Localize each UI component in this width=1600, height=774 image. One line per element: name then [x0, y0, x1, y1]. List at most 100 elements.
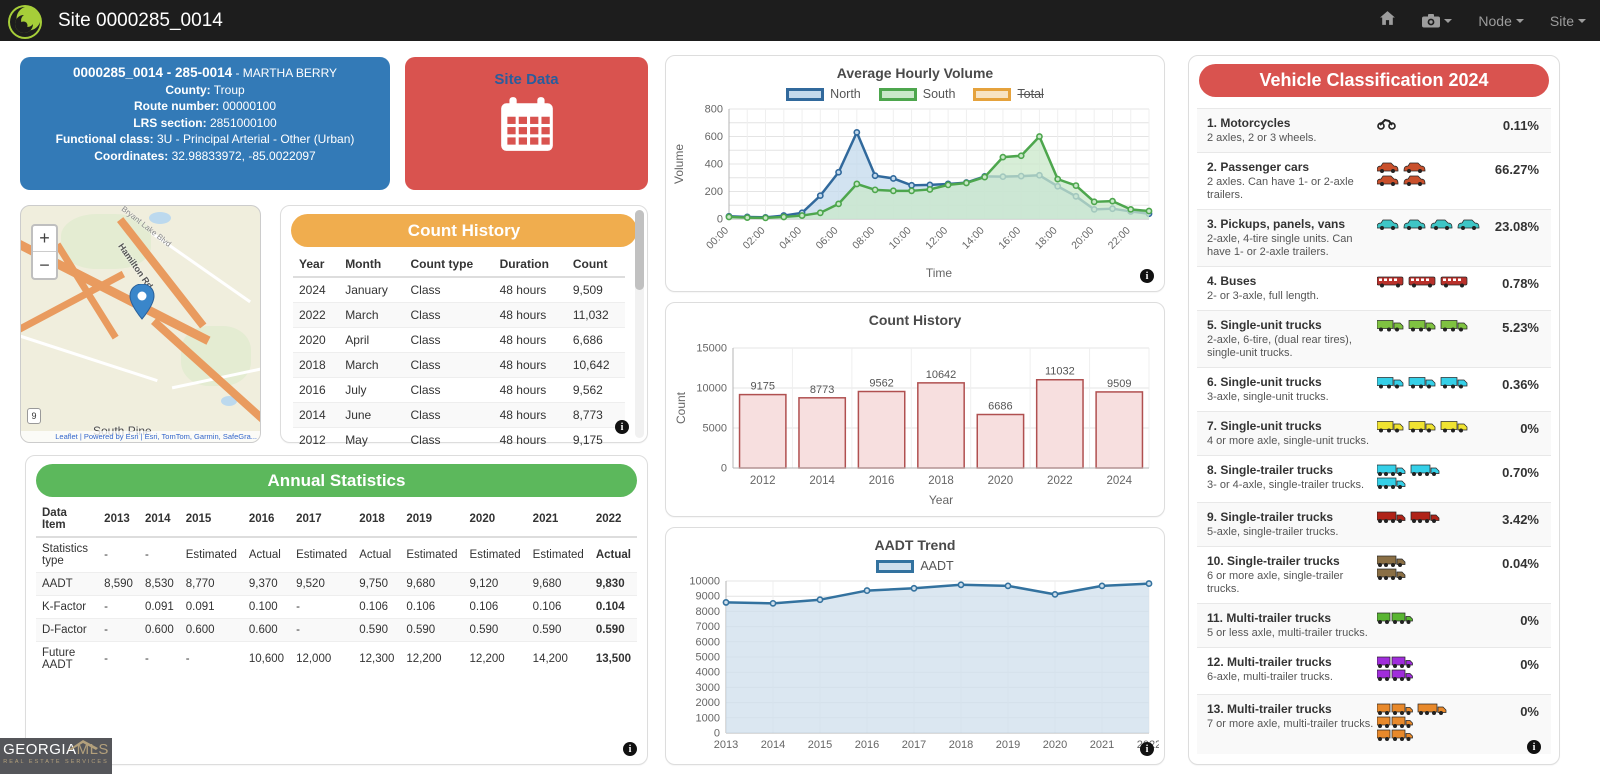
svg-text:2018: 2018	[949, 739, 973, 751]
svg-text:6686: 6686	[988, 401, 1012, 413]
zoom-in-button[interactable]: +	[33, 226, 56, 252]
legend-label: North	[830, 87, 861, 101]
vehicle-class-percentage: 0%	[1487, 702, 1539, 719]
vehicle-class-percentage: 5.23%	[1487, 318, 1539, 335]
site-functional-class: Functional class: 3U - Principal Arteria…	[20, 131, 390, 148]
svg-text:06:00: 06:00	[814, 225, 841, 252]
hourly-volume-chart[interactable]: 020040060080000:0002:0004:0006:0008:0010…	[671, 103, 1159, 281]
table-cell: Estimated	[400, 537, 463, 573]
table-cell: 9,830	[590, 573, 637, 596]
app-logo-icon[interactable]	[8, 1, 48, 41]
legend-label: Total	[1017, 87, 1043, 101]
site-data-card[interactable]: Site Data	[405, 57, 648, 190]
legend-item[interactable]: South	[879, 87, 956, 101]
table-cell: 0.100	[243, 596, 290, 619]
table-cell: 2018	[293, 353, 339, 378]
table-cell: 9,680	[400, 573, 463, 596]
vehicle-class-percentage: 0.11%	[1487, 116, 1539, 133]
site-menu[interactable]: Site	[1550, 13, 1586, 29]
svg-text:1000: 1000	[696, 712, 720, 724]
svg-text:9175: 9175	[750, 381, 774, 393]
table-cell: 0.600	[243, 619, 290, 642]
table-cell: 9,750	[353, 573, 400, 596]
table-cell: -	[139, 537, 180, 573]
table-cell: 9,680	[527, 573, 590, 596]
legend-item[interactable]: AADT	[876, 559, 953, 573]
vehicle-class-row: 13. Multi-trailer trucks 7 or more axle,…	[1197, 694, 1551, 754]
count-history-chart[interactable]: 0500010000150009175201287732014956220161…	[671, 330, 1159, 510]
table-row: D-Factor-0.6000.6000.600-0.5900.5900.590…	[36, 619, 637, 642]
camera-menu[interactable]	[1422, 14, 1452, 28]
legend-item[interactable]: North	[786, 87, 861, 101]
scrollbar[interactable]	[635, 210, 644, 438]
vehicle-class-name: 8. Single-trailer trucks	[1207, 463, 1377, 477]
site-data-link[interactable]: Site Data	[405, 71, 648, 88]
table-cell: 8,590	[98, 573, 139, 596]
legend-item[interactable]: Total	[973, 87, 1043, 101]
table-cell: 48 hours	[494, 303, 567, 328]
info-icon[interactable]: i	[615, 420, 629, 434]
vehicle-class-description: 2-axle, 6-tire, (dual rear tires), singl…	[1207, 334, 1377, 360]
table-cell: 2020	[293, 328, 339, 353]
count-history-header: Count History	[291, 214, 637, 247]
table-cell: June	[339, 403, 404, 428]
table-cell: AADT	[36, 573, 98, 596]
column-header: 2016	[243, 502, 290, 537]
svg-text:2018: 2018	[928, 475, 954, 487]
vehicle-class-description: 2-axle, 4-tire single units. Can have 1-…	[1207, 233, 1377, 259]
svg-text:200: 200	[705, 186, 723, 198]
info-icon[interactable]: i	[1527, 740, 1541, 754]
svg-text:16:00: 16:00	[996, 225, 1023, 252]
table-cell: 48 hours	[494, 353, 567, 378]
info-icon[interactable]: i	[1140, 742, 1154, 756]
svg-text:08:00: 08:00	[850, 225, 877, 252]
home-button[interactable]	[1379, 10, 1396, 32]
table-cell: Class	[404, 303, 493, 328]
table-cell: 8,530	[139, 573, 180, 596]
table-cell: 48 hours	[494, 403, 567, 428]
svg-text:11032: 11032	[1045, 366, 1075, 378]
svg-text:2021: 2021	[1090, 739, 1114, 751]
table-cell: K-Factor	[36, 596, 98, 619]
table-cell: -	[180, 642, 243, 677]
svg-text:2019: 2019	[996, 739, 1020, 751]
table-cell: 48 hours	[494, 328, 567, 353]
vehicle-class-icon	[1377, 274, 1487, 293]
site-route-number: Route number: 00000100	[20, 98, 390, 115]
georgia-mls-tagline: REAL ESTATE SERVICES	[3, 756, 109, 768]
column-header: Month	[339, 252, 404, 277]
svg-text:2022: 2022	[1047, 475, 1073, 487]
vehicle-class-row: 8. Single-trailer trucks 3- or 4-axle, s…	[1197, 455, 1551, 502]
chart-title: AADT Trend	[666, 528, 1164, 553]
column-header: 2019	[400, 502, 463, 537]
svg-text:Year: Year	[929, 493, 953, 507]
scrollbar-thumb[interactable]	[635, 210, 644, 290]
vehicle-class-description: 5 or less axle, multi-trailer trucks.	[1207, 627, 1377, 640]
info-icon[interactable]: i	[1140, 269, 1154, 283]
vehicle-classification-header: Vehicle Classification 2024	[1199, 64, 1549, 97]
node-menu[interactable]: Node	[1478, 13, 1523, 29]
table-cell: 13,500	[590, 642, 637, 677]
map-marker-icon[interactable]	[129, 284, 155, 320]
vehicle-class-name: 11. Multi-trailer trucks	[1207, 611, 1377, 625]
table-cell: 14,200	[527, 642, 590, 677]
info-icon[interactable]: i	[623, 742, 637, 756]
vehicle-class-icon	[1377, 510, 1487, 529]
leaflet-map[interactable]: Hamilton Rd Bryant Lake Blvd South Pine …	[20, 205, 261, 443]
svg-text:8000: 8000	[696, 606, 720, 618]
map-minor-road	[20, 333, 158, 382]
aadt-trend-chart[interactable]: 0100020003000400050006000700080009000100…	[671, 575, 1159, 757]
table-cell: 48 hours	[494, 428, 567, 453]
svg-text:Count: Count	[674, 391, 688, 424]
svg-text:02:00: 02:00	[741, 225, 768, 252]
zoom-out-button[interactable]: −	[33, 252, 56, 278]
vehicle-class-name: 3. Pickups, panels, vans	[1207, 217, 1377, 231]
map-attribution[interactable]: Leaflet | Powered by Esri | Esri, TomTom…	[21, 431, 260, 442]
legend-swatch	[786, 88, 824, 101]
table-cell: Estimated	[180, 537, 243, 573]
table-cell: 0.590	[527, 619, 590, 642]
vehicle-class-icon	[1377, 655, 1487, 687]
legend-label: South	[923, 87, 956, 101]
table-cell: 9,120	[464, 573, 527, 596]
column-header: 2020	[464, 502, 527, 537]
